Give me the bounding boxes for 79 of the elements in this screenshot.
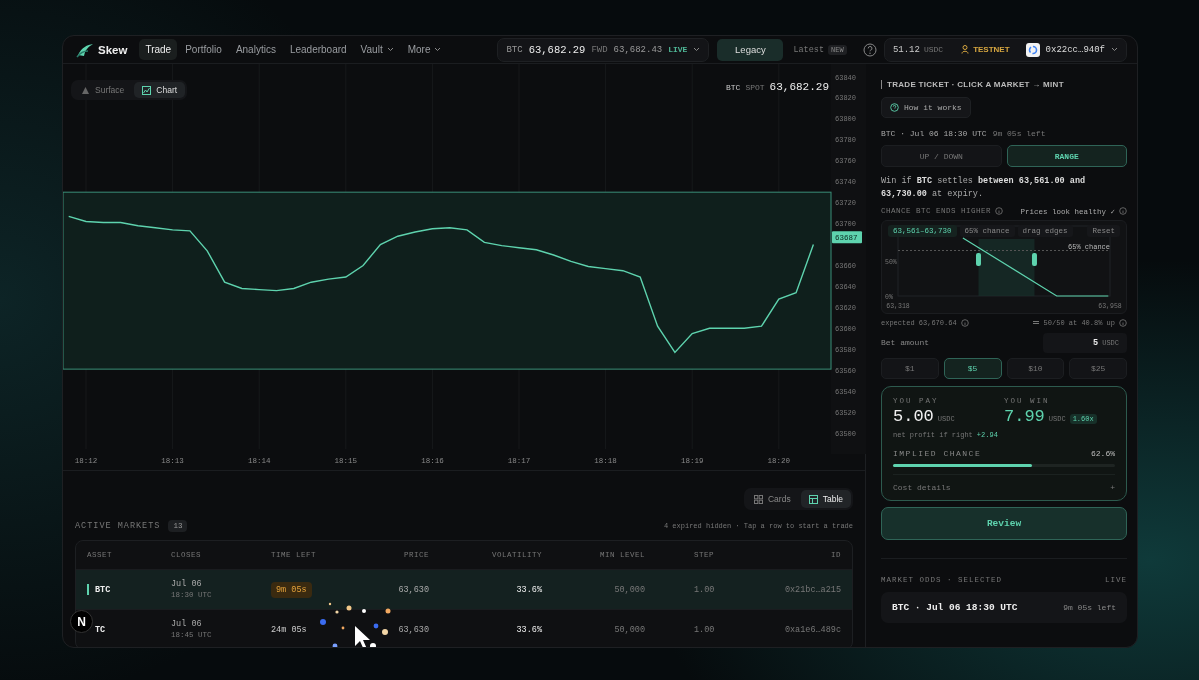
info-icon: [1119, 318, 1127, 327]
table-cell: 24m 05s: [271, 624, 307, 635]
ticker-asset: BTC: [506, 44, 523, 55]
account-avatar-icon[interactable]: [1025, 42, 1040, 57]
nav-link[interactable]: Analytics: [229, 39, 282, 60]
table-cell-text: 0xa1e6…489c: [783, 624, 842, 635]
info-icon: [960, 318, 969, 327]
balance-icon: [1031, 319, 1040, 326]
fwd-price: 63,682.43: [613, 44, 663, 55]
table-cell-text: 0x21bc…a215: [783, 584, 842, 595]
person-icon: [961, 45, 970, 54]
layout-tab[interactable]: Cards: [746, 490, 799, 508]
help-icon[interactable]: [862, 42, 877, 57]
ticker-price: 63,682.29: [528, 43, 586, 56]
chevron-down-icon: [693, 47, 701, 52]
chevron-down-icon: [434, 47, 442, 52]
table-cell-text: 1.00: [693, 624, 714, 635]
network-label: TESTNET: [973, 45, 1010, 54]
info-icon: [1119, 207, 1127, 215]
market-label: BTC · Jul 06 18:30 UTC: [892, 601, 1018, 613]
table-cell-text: 33.6%: [515, 584, 542, 595]
nav-link[interactable]: Trade: [139, 39, 178, 60]
odds-card[interactable]: BTC · Jul 06 18:30 UTC 9m 05s left: [881, 591, 1127, 623]
grid-icon: [754, 494, 763, 504]
table-icon: [808, 494, 818, 504]
amount-preset[interactable]: $10: [1006, 357, 1065, 379]
payout-amount: 5.00: [893, 406, 934, 426]
fwd-label: FWD: [591, 44, 608, 55]
table-cell-text: 63,630: [397, 624, 429, 635]
time-left: 9m 05s left: [1063, 602, 1116, 612]
range-summary: Win if BTC settles between 63,561.00 and 63,730.00 at expiry.: [881, 175, 1087, 201]
chevron-down-icon: [1111, 47, 1118, 52]
info-icon: [995, 207, 1004, 215]
table-cell: 9m 05s: [271, 581, 312, 598]
mode-tab[interactable]: UP / DOWN: [881, 145, 1002, 167]
review-button[interactable]: Review: [881, 506, 1127, 540]
spot-price: 63,682.29: [769, 81, 829, 93]
amount-preset[interactable]: $5: [943, 357, 1002, 379]
chart-icon: [142, 85, 152, 95]
amount-preset[interactable]: $25: [1069, 357, 1127, 379]
nav-link[interactable]: More: [401, 39, 448, 60]
live-status: LIVE: [668, 45, 688, 54]
mode-tab[interactable]: Legacy: [717, 38, 784, 61]
payout-amount: 7.99: [1004, 406, 1045, 426]
wallet-address[interactable]: 0x22cc…940f: [1045, 44, 1105, 55]
table-cell[interactable]: TC: [95, 624, 106, 635]
layout-tab[interactable]: Table: [800, 490, 851, 508]
balance: 51.12: [892, 44, 920, 55]
implied-chance-label: IMPLIED CHANCE: [893, 448, 982, 458]
section-title: ACTIVE MARKETS: [75, 521, 161, 531]
time-left: 9m 05s left: [992, 129, 1046, 138]
market-label: BTC · Jul 06 18:30 UTC: [881, 129, 987, 138]
balance-unit: USDC: [923, 45, 944, 54]
mode-tab[interactable]: RANGE: [1006, 145, 1127, 167]
chevron-down-icon: [386, 47, 394, 52]
surface-icon: [81, 85, 90, 95]
table-cell-text: 63,630: [397, 584, 429, 595]
spot-asset: BTC: [725, 83, 741, 92]
table-cell-text: 1.00: [693, 584, 714, 595]
panel-title: TRADE TICKET · CLICK A MARKET → MINT: [881, 80, 1127, 89]
amount-preset[interactable]: $1: [881, 357, 939, 379]
how-it-works-button[interactable]: How it works: [881, 97, 971, 118]
logo-icon: [76, 41, 94, 58]
table-cell-text: 50,000: [613, 624, 645, 635]
help-icon: [890, 103, 899, 112]
brand-name: Skew: [98, 43, 128, 56]
nav-link[interactable]: Leaderboard: [283, 39, 353, 60]
table-cell-text: 33.6%: [515, 624, 542, 635]
view-tab[interactable]: Chart: [134, 82, 186, 98]
spot-label: SPOT: [745, 83, 765, 92]
bet-label: Bet amount: [881, 338, 929, 347]
nav-link[interactable]: Vault: [354, 39, 400, 60]
implied-chance-value: 62.6%: [1091, 448, 1115, 458]
range-selection[interactable]: [976, 238, 1037, 296]
view-tab[interactable]: Surface: [73, 82, 133, 98]
cost-details-toggle[interactable]: Cost details +: [893, 473, 1115, 492]
nav-link[interactable]: Portfolio: [179, 39, 228, 60]
table-cell-text: 50,000: [613, 584, 645, 595]
table-cell: BTC: [95, 584, 111, 595]
